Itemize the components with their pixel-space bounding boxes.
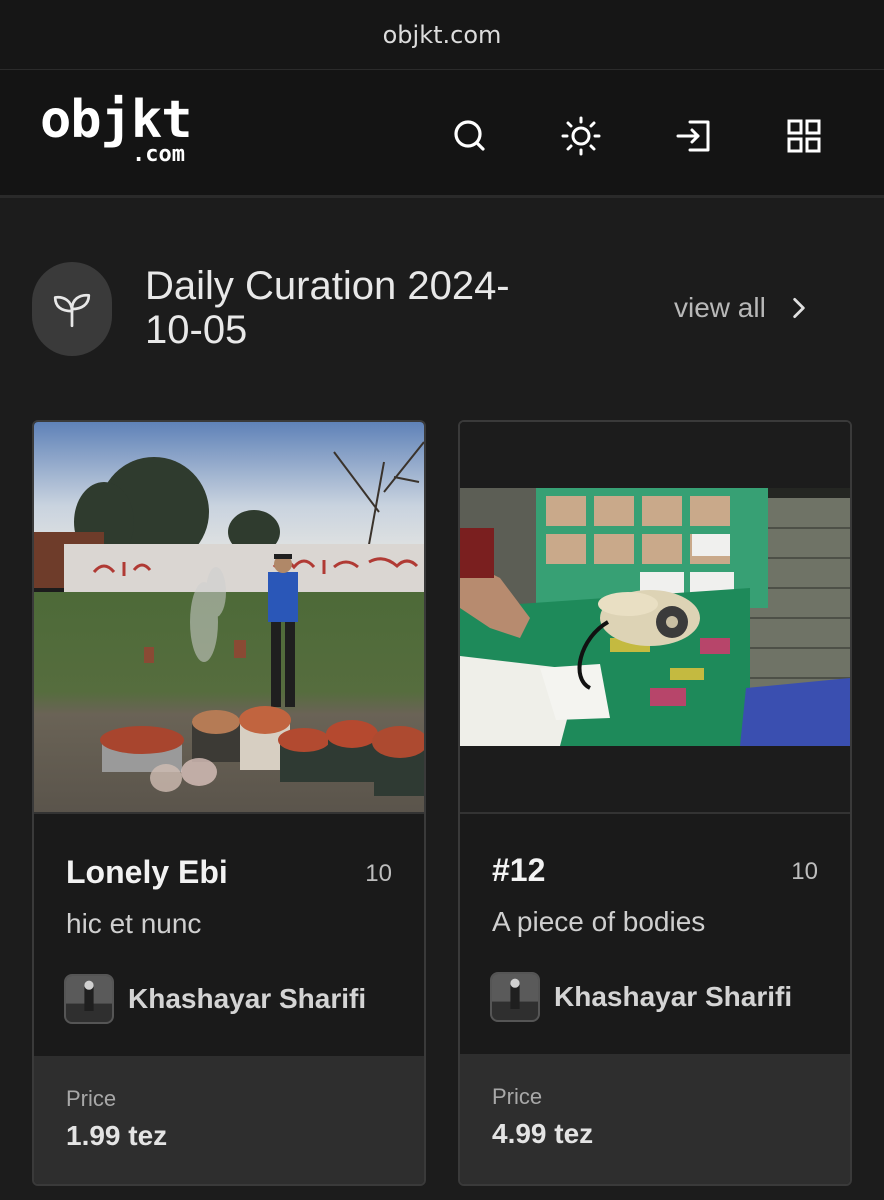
logo-wordmark: objkt: [40, 90, 193, 150]
card-title[interactable]: #12: [492, 852, 545, 889]
curation-header: Daily Curation 2024-10-05 view all: [0, 240, 884, 380]
view-all-link[interactable]: view all: [674, 292, 808, 324]
artist-link[interactable]: Khashayar Sharifi: [64, 974, 390, 1024]
price-value: 1.99 tez: [66, 1120, 168, 1151]
curation-title: Daily Curation 2024-10-05: [145, 264, 510, 352]
nft-image-12[interactable]: [460, 422, 850, 814]
objkt-logo[interactable]: objkt .com: [40, 94, 220, 172]
logo-domain: .com: [132, 142, 185, 167]
card-title[interactable]: Lonely Ebi: [66, 854, 228, 891]
editions-count: 10: [365, 860, 392, 887]
card-platform[interactable]: hic et nunc: [66, 908, 201, 940]
nft-card[interactable]: Lonely Ebi 10 hic et nunc Khashayar Shar…: [32, 420, 426, 1186]
theme-sun-icon[interactable]: [557, 112, 605, 160]
nft-card[interactable]: #12 10 A piece of bodies Khashayar Shari…: [458, 420, 852, 1186]
card-price: Price 1.99 tez: [34, 1056, 424, 1184]
avatar: [490, 972, 540, 1022]
avatar: [64, 974, 114, 1024]
price-label: Price: [492, 1084, 543, 1109]
chevron-right-icon: [793, 297, 805, 319]
artist-name: Khashayar Sharifi: [554, 981, 793, 1012]
apps-grid-icon[interactable]: [780, 112, 828, 160]
price-value: 4.99 tez: [492, 1118, 594, 1149]
sign-in-icon[interactable]: [670, 112, 718, 160]
view-all-label: view all: [674, 292, 766, 323]
price-label: Price: [66, 1086, 117, 1111]
card-info: #12 10 A piece of bodies Khashayar Shari…: [460, 814, 850, 1056]
sprout-icon: [32, 262, 112, 356]
browser-url-bar[interactable]: objkt.com: [0, 0, 884, 70]
artist-link[interactable]: Khashayar Sharifi: [490, 972, 816, 1022]
artist-name: Khashayar Sharifi: [128, 983, 367, 1014]
card-info: Lonely Ebi 10 hic et nunc Khashayar Shar…: [34, 814, 424, 1056]
nft-image-lonely-ebi[interactable]: [34, 422, 424, 814]
app-header: objkt .com: [0, 70, 884, 198]
card-price: Price 4.99 tez: [460, 1054, 850, 1184]
search-icon[interactable]: [446, 112, 494, 160]
editions-count: 10: [791, 858, 818, 885]
url-text: objkt.com: [382, 20, 502, 49]
card-platform[interactable]: A piece of bodies: [492, 906, 705, 938]
